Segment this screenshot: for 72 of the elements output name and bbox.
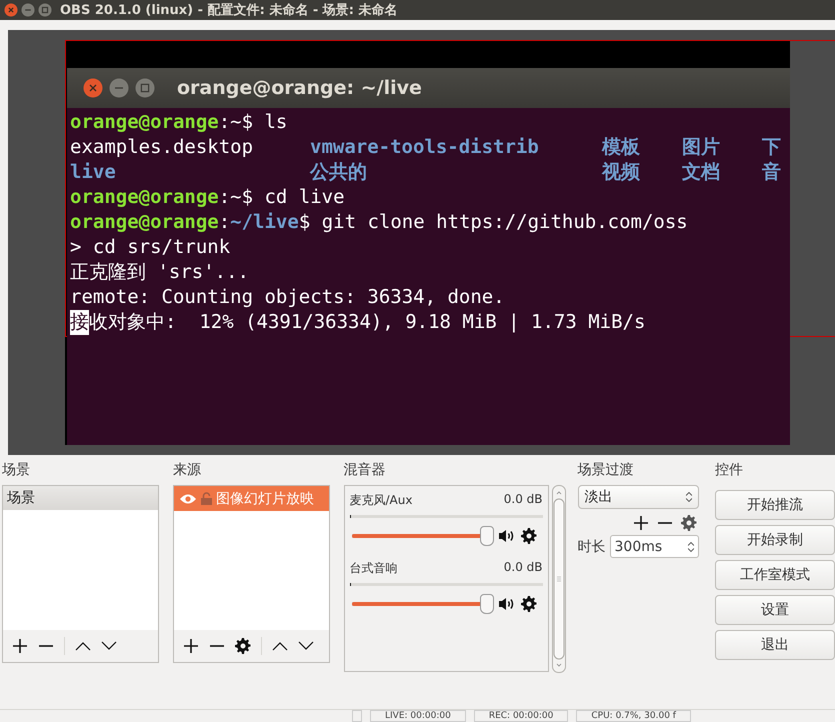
terminal-text: examples.desktop	[70, 135, 254, 160]
settings-icon[interactable]	[234, 638, 251, 654]
scene-item[interactable]: 场景	[3, 486, 158, 510]
move-down-icon[interactable]	[101, 641, 117, 651]
directory-name: 视频	[602, 160, 641, 185]
scrollbar[interactable]	[552, 485, 566, 673]
duration-label: 时长	[578, 538, 606, 556]
terminal-text: :~$ ls	[218, 110, 288, 135]
window-title: OBS 20.1.0 (linux) - 配置文件: 未命名 - 场景: 未命名	[60, 2, 398, 19]
status-text: REC: 00:00:00	[474, 710, 568, 722]
speaker-icon[interactable]	[498, 597, 514, 611]
directory-name: ~/live	[230, 210, 299, 235]
move-up-icon[interactable]	[75, 641, 91, 651]
minimize-icon[interactable]	[109, 78, 129, 98]
minimize-icon[interactable]	[21, 3, 35, 17]
terminal-text: 正克隆到 'srs'...	[70, 260, 249, 285]
move-down-icon[interactable]	[298, 641, 314, 651]
status-text: CPU: 0.7%, 30.00 f	[576, 710, 691, 722]
control-button[interactable]: 开始推流	[714, 490, 835, 520]
move-up-icon[interactable]	[272, 641, 288, 651]
transition-dropdown[interactable]: 淡出	[578, 485, 699, 509]
panel-title: 场景过渡	[578, 461, 634, 480]
slider-handle[interactable]	[480, 594, 494, 614]
status-text: LIVE: 00:00:00	[370, 710, 466, 722]
speaker-icon[interactable]	[498, 529, 514, 543]
add-icon[interactable]	[182, 638, 199, 654]
control-button[interactable]: 工作室模式	[714, 560, 835, 590]
panel-title: 来源	[172, 461, 202, 480]
directory-name: 下	[762, 135, 782, 160]
eye-icon[interactable]	[178, 492, 197, 504]
control-button[interactable]: 开始录制	[714, 525, 835, 555]
close-icon[interactable]	[4, 3, 18, 17]
directory-name: live	[70, 160, 117, 185]
terminal-text: > cd srs/trunk	[70, 235, 230, 260]
duration-spinbox[interactable]: 300ms	[610, 535, 699, 558]
prompt-text: orange@orange	[70, 185, 219, 210]
directory-name: vmware-tools-distrib	[310, 135, 540, 160]
panel-title: 混音器	[344, 461, 386, 480]
settings-icon[interactable]	[520, 528, 536, 544]
directory-name: 公共的	[310, 160, 368, 185]
add-icon[interactable]	[632, 515, 649, 531]
control-button[interactable]: 设置	[714, 595, 835, 625]
channel-name: 麦克风/Aux	[350, 492, 412, 509]
directory-name: 音	[762, 160, 782, 185]
spin-arrows-icon	[686, 492, 692, 502]
maximize-icon[interactable]	[135, 78, 155, 98]
settings-icon[interactable]	[680, 515, 697, 531]
close-icon[interactable]	[83, 78, 103, 98]
terminal-text: $ git clone https://github.com/oss	[298, 210, 688, 235]
source-name: 图像幻灯片放映	[216, 490, 314, 508]
terminal-text: :~$ cd live	[218, 185, 345, 210]
panel-title: 场景	[2, 461, 31, 480]
cursor-character: 接	[70, 310, 89, 335]
directory-name: 模板	[602, 135, 641, 160]
add-icon[interactable]	[12, 638, 28, 654]
directory-name: 图片	[682, 135, 721, 160]
maximize-icon[interactable]	[38, 3, 52, 17]
spin-arrows-icon	[688, 542, 694, 552]
terminal-title: orange@orange: ~/live	[177, 77, 422, 99]
slider-handle[interactable]	[480, 526, 494, 546]
volume-reading: 0.0 dB	[504, 492, 542, 508]
prompt-text: orange@orange	[70, 110, 219, 135]
panel-title: 控件	[714, 461, 744, 480]
channel-name: 台式音响	[350, 560, 398, 577]
prompt-text: orange@orange	[70, 210, 219, 235]
control-button[interactable]: 退出	[714, 630, 835, 660]
directory-name: 文档	[682, 160, 721, 185]
volume-reading: 0.0 dB	[504, 560, 542, 576]
terminal-text: 收对象中: 12% (4391/36334), 9.18 MiB | 1.73 MiB/s	[89, 310, 646, 335]
terminal-text: remote: Counting objects: 36334, done.	[70, 285, 505, 310]
terminal-text: :	[218, 210, 230, 235]
settings-icon[interactable]	[520, 596, 536, 612]
